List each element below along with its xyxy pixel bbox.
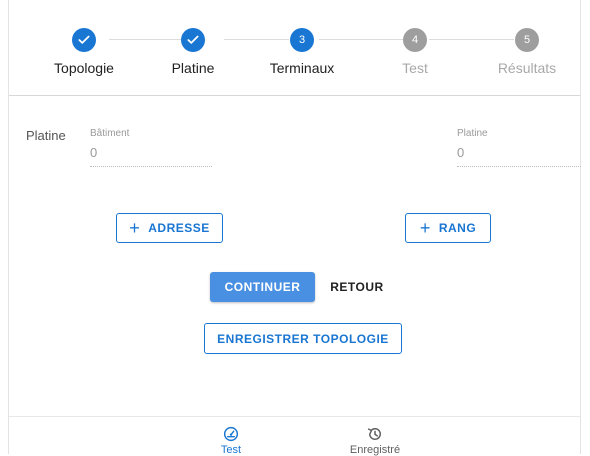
plus-icon: + [419,218,431,238]
batiment-field[interactable]: Bâtiment 0 [90,128,212,167]
step-label: Test [402,60,428,76]
row-label: Platine [26,128,66,143]
step-platine[interactable]: Platine [138,28,248,76]
stepper: Topologie Platine 3 Terminaux 4 Test 5 R… [9,0,580,96]
add-address-label: ADRESSE [148,221,210,235]
batiment-input[interactable]: 0 [90,145,212,167]
field-label: Platine [457,128,488,139]
nav-label: Test [220,444,242,456]
platine-form-row: Platine Bâtiment 0 Platine 0 [0,128,590,188]
step-number: 3 [290,28,314,52]
step-terminaux[interactable]: 3 Terminaux [247,28,357,76]
field-label: Bâtiment [90,128,130,139]
nav-item-enregistre[interactable]: Enregistré [330,425,420,456]
add-row-button[interactable]: + RANG [405,213,491,243]
check-icon [72,28,96,52]
platine-input[interactable]: 0 [457,145,581,167]
step-label: Platine [171,60,215,76]
check-icon [181,28,205,52]
back-button[interactable]: RETOUR [322,272,392,302]
step-label: Topologie [54,60,114,76]
step-label: Terminaux [269,60,335,76]
step-topologie[interactable]: Topologie [29,28,139,76]
save-topology-button[interactable]: ENREGISTRER TOPOLOGIE [204,323,402,354]
history-icon [330,425,420,443]
add-row-label: RANG [438,221,477,235]
add-address-button[interactable]: + ADRESSE [116,213,223,243]
platine-field[interactable]: Platine 0 [457,128,581,167]
step-number: 5 [515,28,539,52]
step-label: Résultats [497,60,557,76]
step-resultats[interactable]: 5 Résultats [472,28,582,76]
step-number: 4 [403,28,427,52]
speedometer-icon [186,425,276,443]
bottom-navigation: Test Enregistré [9,416,580,456]
plus-icon: + [129,218,141,238]
nav-label: Enregistré [349,444,401,456]
nav-item-test[interactable]: Test [186,425,276,456]
continue-button[interactable]: CONTINUER [210,272,315,302]
step-test[interactable]: 4 Test [360,28,470,76]
